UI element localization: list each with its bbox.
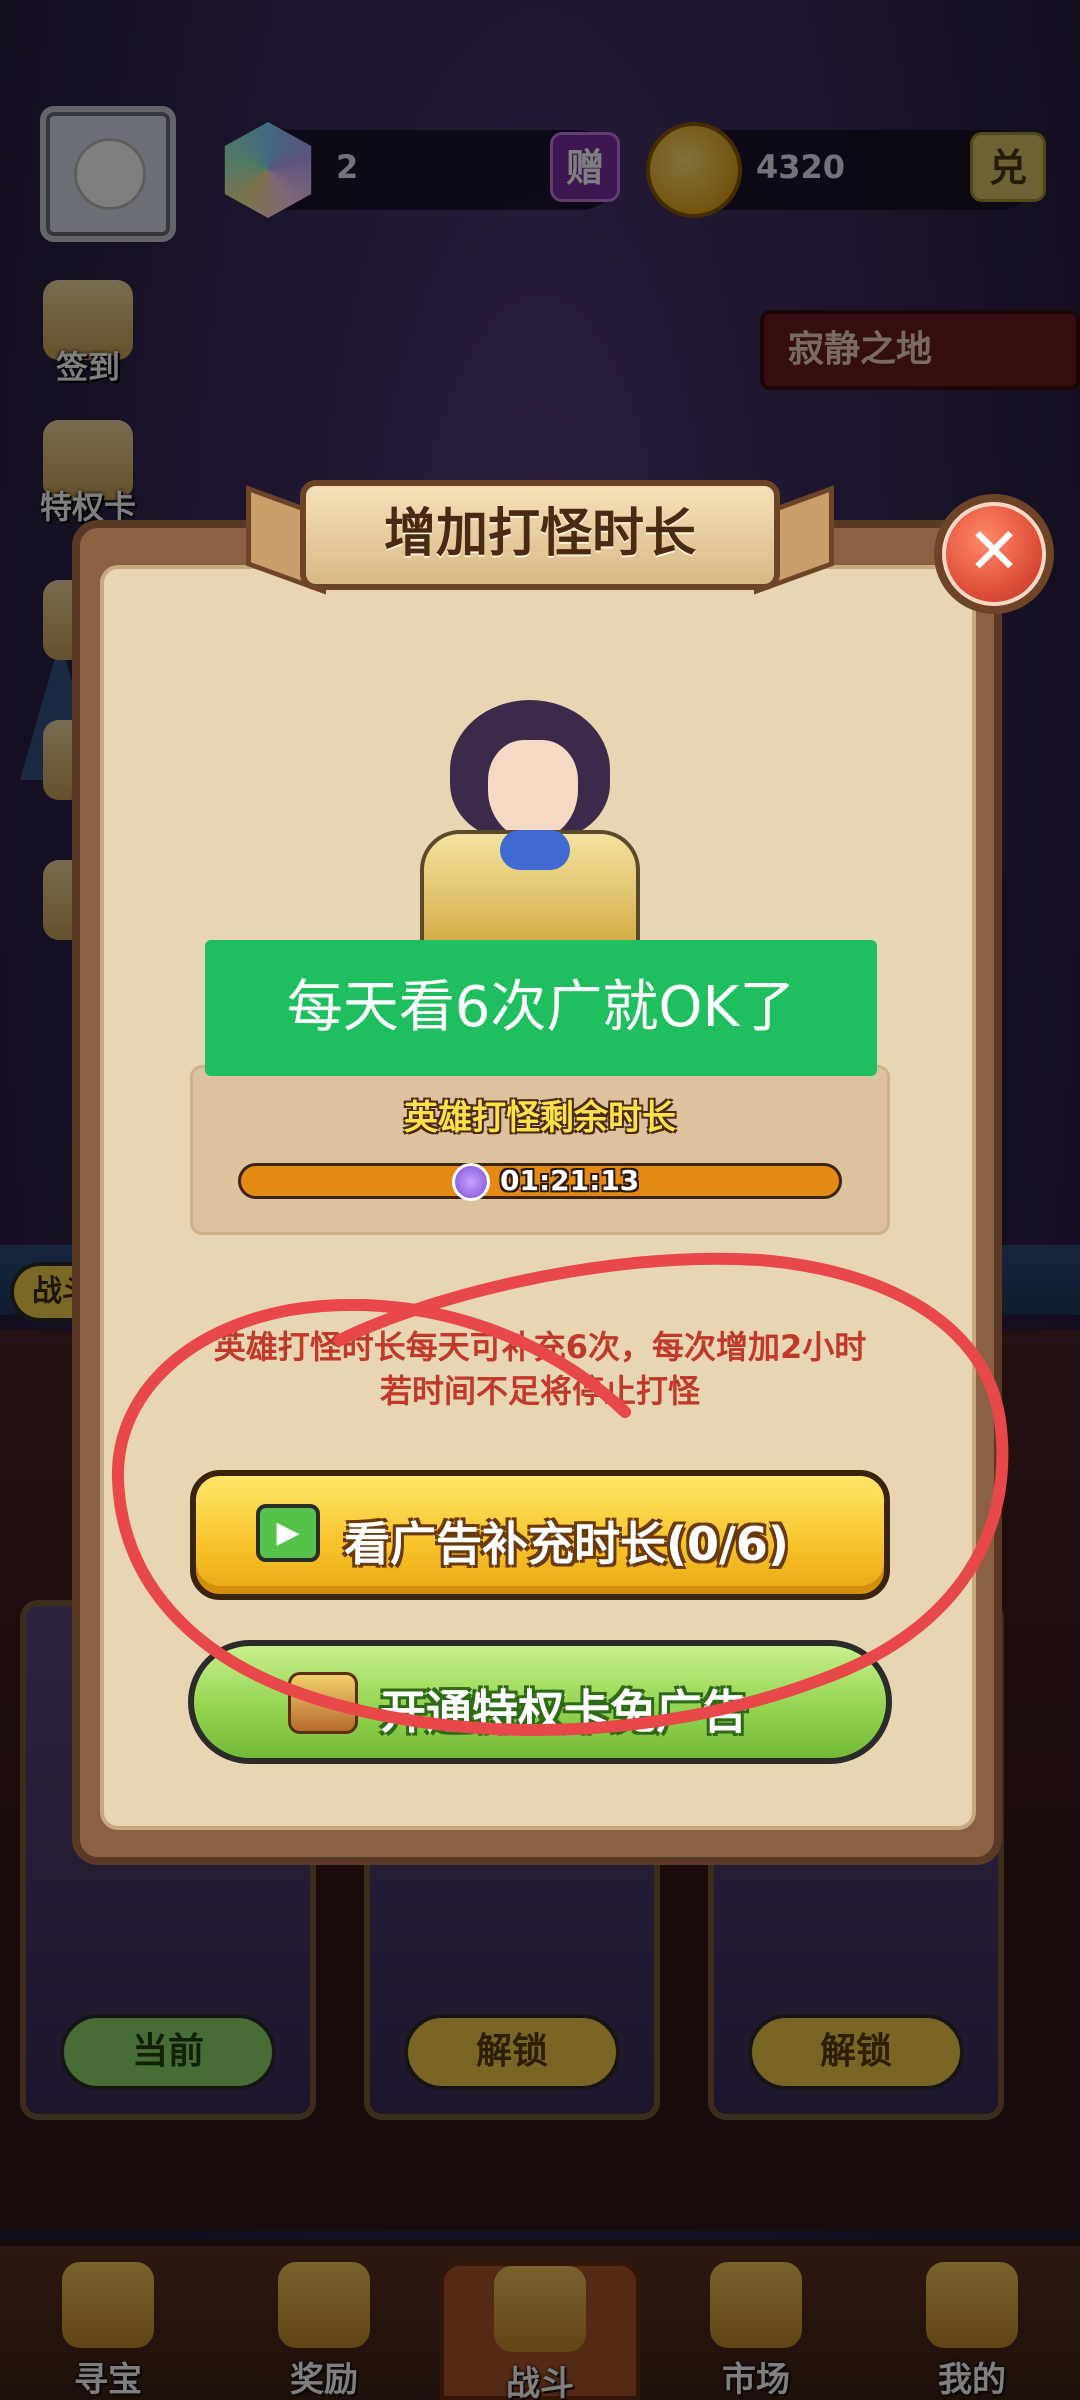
watch-ad-label: 看广告补充时长(0/6)	[344, 1517, 789, 1571]
privilege-card-label: 开通特权卡免广告	[380, 1685, 748, 1739]
clock-icon	[452, 1163, 490, 1201]
hero-face	[488, 740, 578, 840]
timer-value: 01:21:13	[500, 1164, 640, 1197]
dialog-title: 增加打怪时长	[300, 480, 780, 590]
watch-ad-button[interactable]: ▶ 看广告补充时长(0/6)	[190, 1470, 890, 1600]
info-text-line1: 英雄打怪时长每天可补充6次，每次增加2小时	[213, 1328, 867, 1366]
tv-play-icon: ▶	[256, 1504, 320, 1562]
treasure-chest-icon	[288, 1672, 358, 1734]
info-text-line2: 若时间不足将停止打怪	[379, 1372, 700, 1410]
toast-message: 每天看6次广就OK了	[205, 940, 877, 1076]
hero-portrait	[400, 700, 660, 960]
privilege-card-button[interactable]: 开通特权卡免广告	[188, 1640, 892, 1764]
timer-title: 英雄打怪剩余时长	[404, 1098, 676, 1138]
close-button[interactable]: ✕	[934, 494, 1054, 614]
hero-scarf	[500, 830, 570, 870]
close-icon: ✕	[942, 502, 1046, 606]
